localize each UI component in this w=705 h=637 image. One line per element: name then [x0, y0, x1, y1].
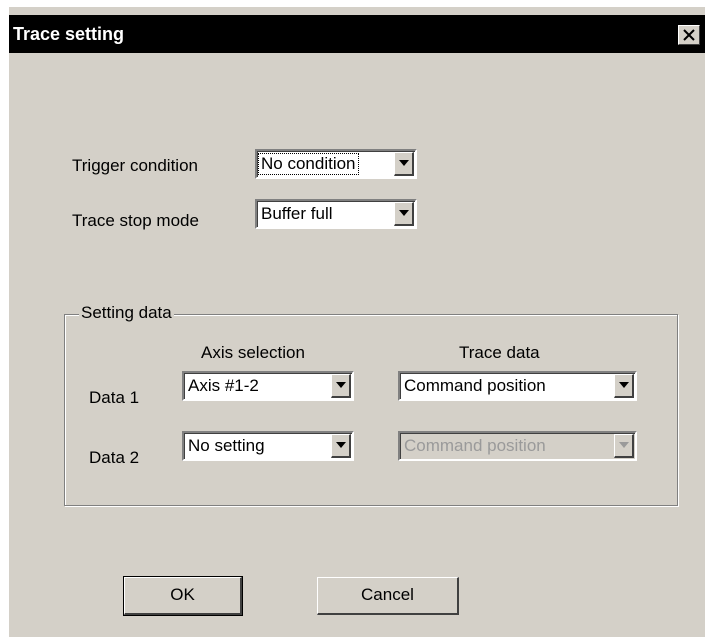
data-1-label: Data 1	[89, 388, 140, 407]
data-2-label: Data 2	[89, 448, 140, 467]
trace-stop-mode-label: Trace stop mode	[72, 211, 199, 230]
axis-selection-header: Axis selection	[201, 343, 305, 362]
data-1-trace-select[interactable]: Command position	[398, 371, 637, 401]
trace-data-header: Trace data	[459, 343, 540, 362]
trace-stop-mode-dropdown-button[interactable]	[394, 202, 414, 226]
cancel-button[interactable]: Cancel	[317, 577, 459, 615]
chevron-down-icon	[619, 382, 629, 388]
chevron-down-icon	[619, 442, 629, 448]
data-1-axis-dropdown-button[interactable]	[331, 374, 351, 398]
trigger-condition-dropdown-button[interactable]	[394, 152, 414, 176]
data-2-axis-select[interactable]: No setting	[182, 431, 354, 461]
data-2-axis-value: No setting	[188, 436, 265, 455]
trigger-condition-label: Trigger condition	[72, 156, 198, 175]
data-1-axis-select[interactable]: Axis #1-2	[182, 371, 354, 401]
dialog-title: Trace setting	[13, 24, 125, 44]
chevron-down-icon	[336, 382, 346, 388]
trigger-condition-value: No condition	[258, 153, 359, 175]
data-1-trace-dropdown-button[interactable]	[614, 374, 634, 398]
trace-stop-mode-select[interactable]: Buffer full	[255, 199, 417, 229]
ok-button[interactable]: OK	[123, 576, 243, 616]
setting-data-group-title: Setting data	[79, 303, 174, 323]
chevron-down-icon	[399, 210, 409, 216]
chevron-down-icon	[399, 160, 409, 166]
close-icon	[683, 29, 695, 41]
data-2-axis-dropdown-button[interactable]	[331, 434, 351, 458]
title-bar[interactable]: Trace setting	[9, 15, 705, 53]
data-2-trace-value: Command position	[404, 436, 546, 455]
trace-stop-mode-value: Buffer full	[261, 204, 333, 223]
chevron-down-icon	[336, 442, 346, 448]
trace-setting-dialog: Trace setting Trigger condition No condi…	[8, 6, 705, 637]
data-1-axis-value: Axis #1-2	[188, 376, 259, 395]
data-2-trace-dropdown-button	[614, 434, 634, 458]
setting-data-group	[64, 314, 678, 506]
close-button[interactable]	[678, 25, 700, 45]
data-2-trace-select: Command position	[398, 431, 637, 461]
trigger-condition-select[interactable]: No condition	[255, 149, 417, 179]
data-1-trace-value: Command position	[404, 376, 546, 395]
